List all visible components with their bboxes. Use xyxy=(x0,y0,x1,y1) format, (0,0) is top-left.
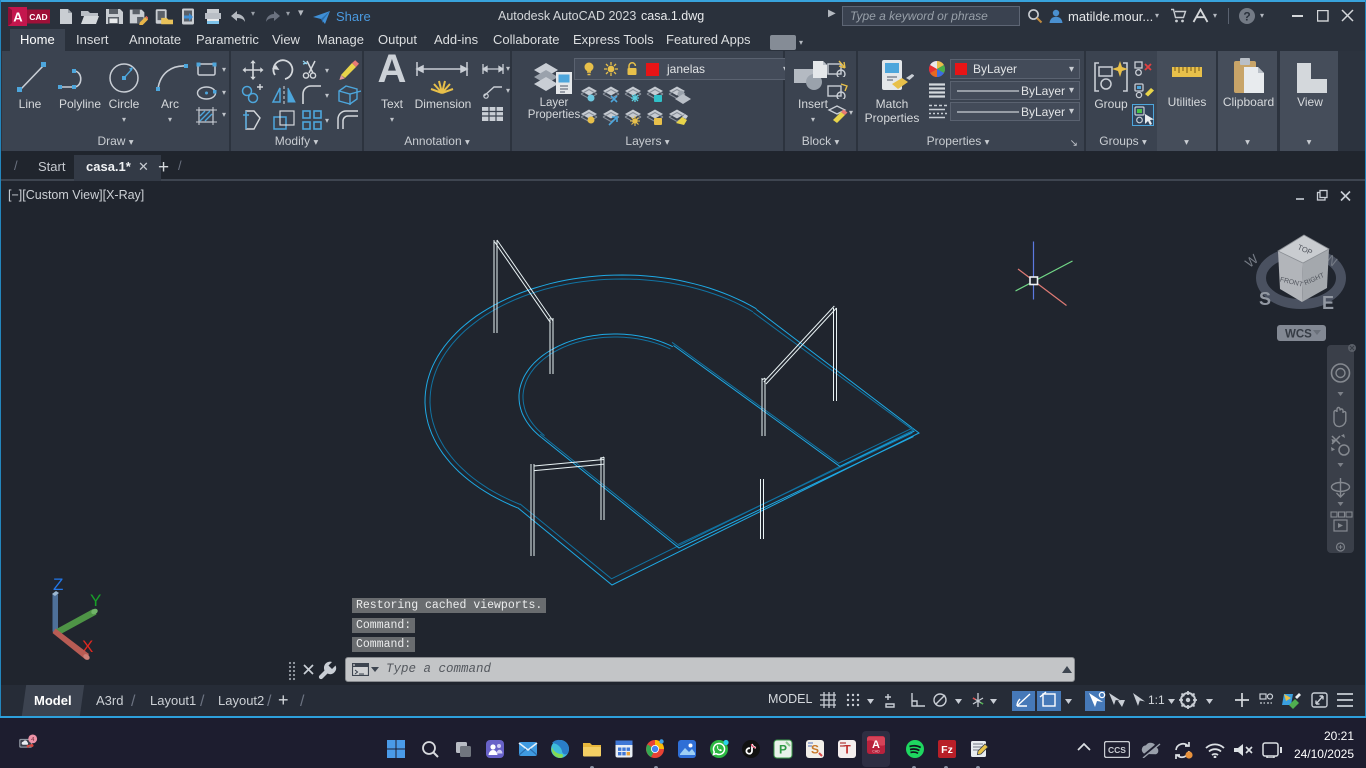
svg-text:T: T xyxy=(843,743,851,757)
svg-text:?: ? xyxy=(1243,10,1250,24)
svg-text:Z: Z xyxy=(53,575,63,594)
svg-text:A: A xyxy=(13,10,23,25)
svg-text:CCS: CCS xyxy=(1108,745,1126,755)
svg-text:Fz: Fz xyxy=(941,744,953,756)
svg-text:CAD: CAD xyxy=(29,12,47,22)
svg-text:S: S xyxy=(811,743,819,757)
svg-text:P: P xyxy=(779,743,787,757)
svg-text:1:1: 1:1 xyxy=(1148,693,1165,707)
svg-text:S: S xyxy=(1259,289,1271,309)
svg-text:CAD: CAD xyxy=(872,750,880,754)
svg-text:Y: Y xyxy=(90,591,101,610)
svg-text:E: E xyxy=(1322,293,1334,313)
svg-text:WCS: WCS xyxy=(1285,329,1312,341)
